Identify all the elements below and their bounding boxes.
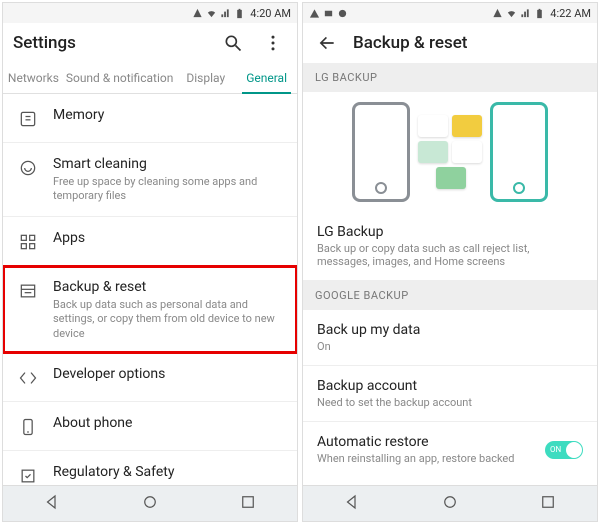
right-phone: 4:22 AM Backup & reset LG BACKUP LG Back… — [302, 2, 598, 522]
tab-networks[interactable]: Networks — [3, 63, 64, 93]
item-subtitle: Back up data such as personal data and s… — [53, 298, 283, 341]
item-label: Smart cleaning — [53, 155, 283, 173]
mute-icon — [492, 8, 503, 19]
item-label: Regulatory & Safety — [53, 463, 283, 481]
nav-back[interactable] — [43, 493, 61, 515]
item-developer[interactable]: Developer options — [3, 353, 297, 402]
warning-icon — [309, 8, 320, 19]
app-bar: Settings — [3, 23, 297, 63]
transfer-chips — [418, 115, 482, 189]
wifi-icon — [206, 8, 217, 19]
item-automatic-restore[interactable]: Automatic restore When reinstalling an a… — [303, 422, 597, 477]
nav-bar — [303, 485, 597, 521]
status-time: 4:20 AM — [250, 7, 291, 20]
page-title: Backup & reset — [353, 33, 587, 53]
memory-icon — [17, 108, 39, 130]
signal-icon — [220, 8, 231, 19]
item-label: Memory — [53, 106, 283, 124]
search-button[interactable] — [219, 29, 247, 57]
tab-display[interactable]: Display — [175, 63, 236, 93]
sync-icon — [337, 8, 348, 19]
signal-icon — [520, 8, 531, 19]
overflow-button[interactable] — [259, 29, 287, 57]
item-label: About phone — [53, 414, 283, 432]
item-apps[interactable]: Apps — [3, 217, 297, 266]
page-title: Settings — [13, 33, 207, 53]
mute-icon — [192, 8, 203, 19]
nav-bar — [3, 485, 297, 521]
clean-icon — [17, 157, 39, 179]
status-time: 4:22 AM — [550, 7, 591, 20]
item-smart-cleaning[interactable]: Smart cleaning Free up space by cleaning… — [3, 143, 297, 217]
search-icon — [223, 33, 243, 53]
nav-recent[interactable] — [539, 493, 557, 515]
arrow-back-icon — [317, 33, 337, 53]
item-regulatory[interactable]: Regulatory & Safety — [3, 451, 297, 485]
item-memory[interactable]: Memory — [3, 94, 297, 143]
app-bar: Backup & reset — [303, 23, 597, 63]
item-subtitle: On — [317, 340, 583, 353]
status-bar: 4:22 AM — [303, 3, 597, 23]
new-phone-icon — [490, 102, 548, 202]
nav-back[interactable] — [343, 493, 361, 515]
lg-backup-illustration — [303, 92, 597, 212]
item-label: Backup & reset — [53, 278, 283, 296]
apps-icon — [17, 231, 39, 253]
item-subtitle: Free up space by cleaning some apps and … — [53, 175, 283, 204]
battery-icon — [234, 8, 245, 19]
backup-list[interactable]: LG BACKUP LG Backup Back up or copy data… — [303, 63, 597, 485]
item-label: LG Backup — [317, 224, 583, 240]
item-label: Developer options — [53, 365, 283, 383]
item-backup-reset[interactable]: Backup & reset Back up data such as pers… — [3, 265, 297, 354]
developer-icon — [17, 367, 39, 389]
card-icon — [323, 8, 334, 19]
item-backup-my-data[interactable]: Back up my data On — [303, 310, 597, 366]
automatic-restore-toggle[interactable]: ON — [545, 441, 583, 459]
section-lg-backup: LG BACKUP — [303, 63, 597, 92]
backup-icon — [17, 280, 39, 302]
back-button[interactable] — [313, 29, 341, 57]
wifi-icon — [506, 8, 517, 19]
tab-sound[interactable]: Sound & notification — [64, 63, 175, 93]
item-backup-account[interactable]: Backup account Need to set the backup ac… — [303, 366, 597, 422]
item-lg-backup[interactable]: LG Backup Back up or copy data such as c… — [303, 212, 597, 281]
item-subtitle: Back up or copy data such as call reject… — [317, 242, 583, 268]
item-subtitle: When reinstalling an app, restore backed — [317, 452, 535, 465]
section-google-backup: GOOGLE BACKUP — [303, 281, 597, 310]
left-phone: 4:20 AM Settings Networks Sound & notifi… — [2, 2, 298, 522]
item-label: Apps — [53, 229, 283, 247]
item-label: Backup account — [317, 378, 583, 394]
nav-recent[interactable] — [239, 493, 257, 515]
item-label: Back up my data — [317, 322, 583, 338]
battery-icon — [534, 8, 545, 19]
item-about-phone[interactable]: About phone — [3, 402, 297, 451]
status-bar: 4:20 AM — [3, 3, 297, 23]
tab-general[interactable]: General — [236, 63, 297, 93]
item-label: Automatic restore — [317, 434, 535, 450]
nav-home[interactable] — [141, 493, 159, 515]
phone-icon — [17, 416, 39, 438]
regulatory-icon — [17, 465, 39, 485]
tabs: Networks Sound & notification Display Ge… — [3, 63, 297, 94]
overflow-icon — [263, 33, 283, 53]
nav-home[interactable] — [441, 493, 459, 515]
item-subtitle: Need to set the backup account — [317, 396, 583, 409]
settings-list[interactable]: Memory Smart cleaning Free up space by c… — [3, 94, 297, 485]
old-phone-icon — [352, 102, 410, 202]
